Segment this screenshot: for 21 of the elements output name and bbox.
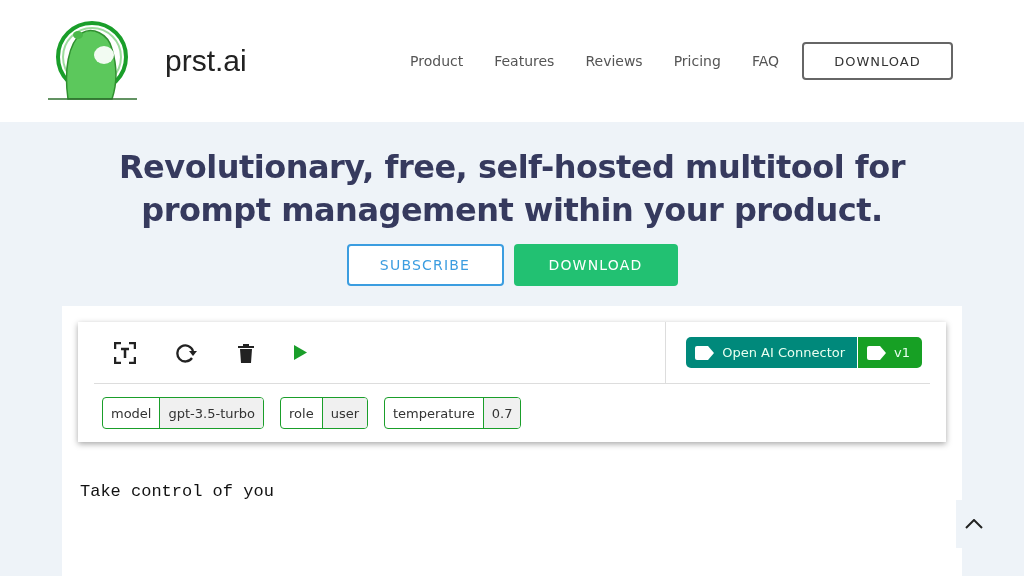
connector-tag[interactable]: Open AI Connector	[686, 337, 858, 368]
nav-link[interactable]: Features	[494, 53, 555, 69]
connector-label: v1	[894, 345, 910, 360]
download-button[interactable]: DOWNLOAD	[802, 42, 953, 80]
prompt-text[interactable]: Take control of you	[80, 482, 944, 501]
brand-name: prst.ai	[165, 44, 247, 78]
parameter-name: role	[288, 404, 315, 423]
connector-label: Open AI Connector	[722, 345, 846, 360]
parameter-chip[interactable]: temperature 0.7	[384, 397, 522, 429]
nav-link[interactable]: Pricing	[673, 53, 721, 69]
nav-link[interactable]: Product	[410, 53, 464, 69]
headline: Revolutionary, free, self-hosted multitool for prompt management within your product.	[117, 147, 907, 231]
parameter-value: user	[321, 398, 367, 428]
parameter-name: model	[110, 404, 153, 423]
parameter-chip[interactable]: model gpt-3.5-turbo	[102, 397, 265, 429]
parameter-value: gpt-3.5-turbo	[159, 398, 264, 428]
parameter-chip[interactable]: role user	[280, 397, 368, 429]
parameter-value: 0.7	[482, 398, 521, 428]
nav-link[interactable]: Reviews	[585, 53, 643, 69]
nav-link[interactable]: FAQ	[751, 53, 779, 69]
parameter-name: temperature	[392, 404, 476, 423]
